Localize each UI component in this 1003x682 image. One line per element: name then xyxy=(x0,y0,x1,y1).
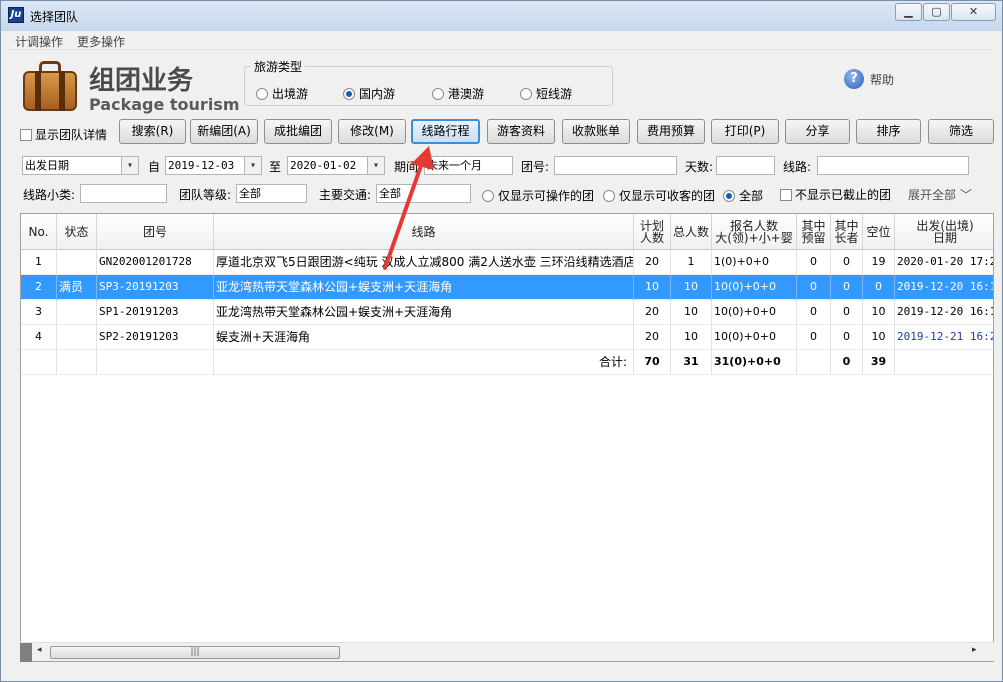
group-no-input[interactable] xyxy=(554,156,677,175)
total-people: 31 xyxy=(671,350,712,375)
sort-button[interactable]: 排序 xyxy=(856,119,921,144)
table-header: No. 状态 团号 线路 计划 人数 总人数 报名人数 大(领)+小+婴 其中 预留 … xyxy=(21,214,993,250)
from-date-picker[interactable]: 2019-12-03 xyxy=(165,156,262,175)
maximize-button[interactable]: ▢ xyxy=(923,3,950,21)
menu-bar: 计调操作 更多操作 xyxy=(9,31,994,50)
route-subclass-input[interactable] xyxy=(80,184,167,203)
radio-dot xyxy=(432,87,444,100)
tourist-info-button[interactable]: 游客资料 xyxy=(487,119,555,144)
filter-button[interactable]: 筛选 xyxy=(928,119,994,144)
group-table: No. 状态 团号 线路 计划 人数 总人数 报名人数 大(领)+小+婴 其中 预留 … xyxy=(20,213,994,662)
group-level-label: 团队等级: xyxy=(179,188,232,202)
print-button[interactable]: 打印(P) xyxy=(711,119,779,144)
scroll-right-icon[interactable]: ▸ xyxy=(972,645,977,655)
col-group-no[interactable]: 团号 xyxy=(97,214,214,250)
share-button[interactable]: 分享 xyxy=(785,119,850,144)
route-itinerary-button[interactable]: 线路行程 xyxy=(411,119,480,144)
total-label: 合计: xyxy=(214,350,634,375)
show-detail-checkbox[interactable]: 显示团队详情 xyxy=(20,126,107,143)
radio-dot-selected xyxy=(343,87,355,100)
table-row[interactable]: 3 SP1-20191203 亚龙湾热带天堂森林公园+蜈支洲+天涯海角 20 1… xyxy=(21,300,993,325)
table-total-row: 合计: 70 31 31(0)+0+0 0 39 xyxy=(21,350,993,375)
close-button[interactable]: ✕ xyxy=(951,3,996,21)
group-level-select[interactable]: 全部 xyxy=(236,184,307,203)
transport-label: 主要交通: xyxy=(319,188,372,202)
col-status[interactable]: 状态 xyxy=(57,214,97,250)
help-label: 帮助 xyxy=(870,72,895,87)
chevron-down-icon: ﹀ xyxy=(959,188,972,202)
table-row[interactable]: 4 SP2-20191203 蜈支洲+天涯海角 20 10 10(0)+0+0 … xyxy=(21,325,993,350)
days-input[interactable] xyxy=(716,156,775,175)
menu-dispatch-ops[interactable]: 计调操作 xyxy=(15,33,63,50)
module-title: 组团业务 xyxy=(89,66,194,96)
date-type-select[interactable]: 出发日期 xyxy=(22,156,139,175)
table-row-selected[interactable]: 2 满员 SP3-20191203 亚龙湾热带天堂森林公园+蜈支洲+天涯海角 1… xyxy=(21,275,993,300)
col-elder[interactable]: 其中 长者 xyxy=(831,214,863,250)
scroll-left-icon[interactable]: ◂ xyxy=(37,645,42,655)
group-no-label: 团号: xyxy=(521,160,550,174)
scrollbar-left-edge xyxy=(20,643,32,662)
col-plan[interactable]: 计划 人数 xyxy=(634,214,671,250)
help-icon: ? xyxy=(844,69,864,89)
select-group-window: Ju 选择团队 ▁ ▢ ✕ 计调操作 更多操作 组团业务 Package tou… xyxy=(0,0,1003,682)
total-vacant: 39 xyxy=(863,350,895,375)
radio-collectable-only[interactable]: 仅显示可收客的团 xyxy=(603,187,715,204)
col-no[interactable]: No. xyxy=(21,214,57,250)
route-label: 线路: xyxy=(783,160,812,174)
radio-dot xyxy=(256,87,268,100)
radio-outbound[interactable]: 出境游 xyxy=(256,85,308,102)
from-label: 自 xyxy=(148,160,161,174)
radio-operable-only[interactable]: 仅显示可操作的团 xyxy=(482,187,594,204)
radio-dot xyxy=(482,189,494,202)
radio-all[interactable]: 全部 xyxy=(723,187,763,204)
total-plan: 70 xyxy=(634,350,671,375)
checkbox-box xyxy=(20,128,32,141)
total-elder: 0 xyxy=(831,350,863,375)
radio-dot xyxy=(520,87,532,100)
col-vacant[interactable]: 空位 xyxy=(863,214,895,250)
expand-all-toggle[interactable]: 展开全部 ﹀ xyxy=(908,186,972,203)
cost-budget-button[interactable]: 费用预算 xyxy=(637,119,705,144)
scrollbar-thumb[interactable]: ||| xyxy=(50,646,340,659)
module-subtitle: Package tourism xyxy=(89,95,240,114)
suitcase-icon xyxy=(21,61,79,113)
route-input[interactable] xyxy=(817,156,969,175)
search-button[interactable]: 搜索(R) xyxy=(119,119,186,144)
app-icon: Ju xyxy=(8,7,24,23)
route-subclass-label: 线路小类: xyxy=(23,188,76,202)
horizontal-scrollbar[interactable]: ◂ ||| ▸ xyxy=(20,642,994,662)
title-bar: Ju 选择团队 ▁ ▢ ✕ xyxy=(1,1,1002,31)
radio-dot-selected xyxy=(723,189,735,202)
new-group-button[interactable]: 新编团(A) xyxy=(190,119,258,144)
col-depart-date[interactable]: 出发(出境) 日期 xyxy=(895,214,993,250)
tour-type-legend: 旅游类型 xyxy=(251,58,306,75)
window-title: 选择团队 xyxy=(30,10,79,24)
to-label: 至 xyxy=(269,160,282,174)
minimize-button[interactable]: ▁ xyxy=(895,3,922,21)
days-label: 天数: xyxy=(685,160,714,174)
col-total[interactable]: 总人数 xyxy=(671,214,712,250)
col-reserved[interactable]: 其中 预留 xyxy=(797,214,831,250)
radio-hk-macau[interactable]: 港澳游 xyxy=(432,85,484,102)
batch-group-button[interactable]: 成批编团 xyxy=(264,119,332,144)
total-signup: 31(0)+0+0 xyxy=(712,350,797,375)
col-signup[interactable]: 报名人数 大(领)+小+婴 xyxy=(712,214,797,250)
checkbox-box xyxy=(780,188,792,201)
help-button[interactable]: ? 帮助 xyxy=(844,69,894,89)
modify-button[interactable]: 修改(M) xyxy=(338,119,406,144)
radio-dot xyxy=(603,189,615,202)
table-row[interactable]: 1 GN202001201728 厚道北京双飞5日跟团游<纯玩 双成人立减800… xyxy=(21,250,993,275)
radio-domestic[interactable]: 国内游 xyxy=(343,85,395,102)
hide-closed-checkbox[interactable]: 不显示已截止的团 xyxy=(780,186,891,203)
annotation-arrow-icon xyxy=(383,146,434,270)
radio-short-line[interactable]: 短线游 xyxy=(520,85,572,102)
menu-more-ops[interactable]: 更多操作 xyxy=(77,33,125,50)
payment-bill-button[interactable]: 收款账单 xyxy=(562,119,630,144)
